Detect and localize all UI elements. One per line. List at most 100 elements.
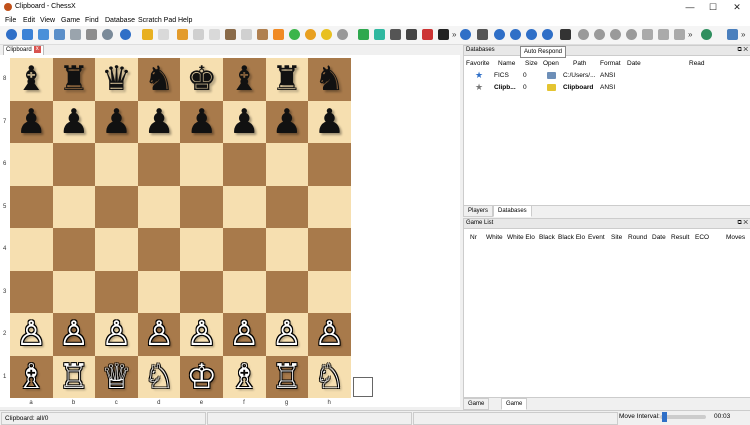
globe-icon[interactable] [701, 29, 712, 40]
col-result[interactable]: Result [671, 234, 689, 241]
square-b5[interactable] [52, 185, 96, 228]
menu-game[interactable]: Game [61, 17, 80, 24]
square-c2[interactable]: ♙ [95, 313, 138, 356]
square-d8[interactable]: ♞ [137, 58, 181, 101]
square-h7[interactable]: ♟ [308, 100, 351, 143]
edit-icon[interactable] [177, 29, 188, 40]
square-b6[interactable] [52, 143, 96, 186]
square-e1[interactable]: ♔ [180, 355, 223, 398]
square-g2[interactable]: ♙ [265, 313, 309, 356]
white-piece[interactable]: ♘ [144, 360, 174, 394]
end-icon[interactable] [626, 29, 637, 40]
black-piece[interactable]: ♟ [229, 105, 259, 139]
black-piece[interactable]: ♟ [314, 105, 344, 139]
square-c4[interactable] [95, 228, 138, 271]
square-f1[interactable]: ♗ [223, 355, 266, 398]
menu-scratch-pad[interactable]: Scratch Pad [138, 17, 176, 24]
square-c1[interactable]: ♕ [95, 355, 138, 398]
white-piece[interactable]: ♖ [59, 360, 89, 394]
favorite-star-icon[interactable]: ★ [475, 70, 483, 81]
move-interval-slider[interactable] [660, 412, 706, 422]
down-icon[interactable] [674, 29, 685, 40]
col-white[interactable]: White [486, 234, 503, 241]
undo-icon[interactable] [142, 29, 153, 40]
refresh-icon[interactable] [526, 29, 537, 40]
close-button[interactable]: ✕ [727, 1, 747, 13]
slider-knob[interactable] [662, 412, 667, 422]
black-piece[interactable]: ♛ [101, 62, 131, 96]
black-piece[interactable]: ♞ [144, 62, 174, 96]
database-row-clipboard[interactable]: ★ Clipb... 0 Clipboard ANSI [464, 82, 750, 93]
square-e4[interactable] [180, 228, 223, 271]
minimize-button[interactable]: — [680, 1, 700, 13]
face-icon[interactable] [460, 29, 471, 40]
lightning-icon[interactable] [374, 29, 385, 40]
black-piece[interactable]: ♟ [272, 105, 302, 139]
square-f3[interactable] [223, 270, 266, 313]
square-c3[interactable] [95, 270, 138, 313]
square-c6[interactable] [95, 143, 138, 186]
open-database-icon[interactable] [22, 29, 33, 40]
close-tab-icon[interactable]: x [33, 46, 41, 53]
prev-icon[interactable] [594, 29, 605, 40]
white-piece[interactable]: ♘ [314, 360, 344, 394]
annotate-icon[interactable] [273, 29, 284, 40]
panel-float-close-icon[interactable]: ⧉ ✕ [737, 219, 748, 228]
yellow-circle-icon[interactable] [321, 29, 332, 40]
black-piece[interactable]: ♚ [186, 62, 216, 96]
knight-icon[interactable] [225, 29, 236, 40]
col-round[interactable]: Round [628, 234, 647, 241]
col-open[interactable]: Open [543, 60, 559, 67]
white-piece[interactable]: ♗ [16, 360, 46, 394]
white-piece[interactable]: ♙ [229, 317, 259, 351]
search-icon[interactable] [727, 29, 738, 40]
square-a1[interactable]: ♗ [10, 355, 53, 398]
square-h1[interactable]: ♘ [308, 355, 351, 398]
tab-game-list[interactable]: Game List [501, 398, 528, 417]
maximize-button[interactable]: ☐ [703, 1, 723, 13]
up-icon[interactable] [658, 29, 669, 40]
phone-icon[interactable] [560, 29, 571, 40]
col-path[interactable]: Path [573, 60, 586, 67]
gray-circle-icon[interactable] [337, 29, 348, 40]
black-piece[interactable]: ♟ [16, 105, 46, 139]
black-piece[interactable]: ♝ [229, 62, 259, 96]
toolbar-overflow-right[interactable]: » [741, 30, 745, 39]
square-a7[interactable]: ♟ [10, 100, 53, 143]
square-a4[interactable] [10, 228, 53, 271]
white-piece[interactable]: ♙ [186, 317, 216, 351]
col-date[interactable]: Date [627, 60, 641, 67]
black-piece[interactable]: ♟ [59, 105, 89, 139]
square-f5[interactable] [223, 185, 266, 228]
black-piece[interactable]: ♟ [144, 105, 174, 139]
menu-view[interactable]: View [40, 17, 55, 24]
square-g5[interactable] [265, 185, 309, 228]
square-h8[interactable]: ♞ [308, 58, 351, 101]
piece-view-icon[interactable] [438, 29, 449, 40]
square-h4[interactable] [308, 228, 351, 271]
grid-view-icon[interactable] [358, 29, 369, 40]
board-a-icon[interactable] [390, 29, 401, 40]
square-c7[interactable]: ♟ [95, 100, 138, 143]
black-piece[interactable]: ♟ [186, 105, 216, 139]
square-e7[interactable]: ♟ [180, 100, 223, 143]
black-piece[interactable]: ♟ [101, 105, 131, 139]
square-f7[interactable]: ♟ [223, 100, 266, 143]
open-folder-icon[interactable] [547, 84, 556, 91]
tab-players[interactable]: Players [463, 205, 494, 217]
square-g4[interactable] [265, 228, 309, 271]
square-d2[interactable]: ♙ [137, 313, 181, 356]
white-piece[interactable]: ♙ [59, 317, 89, 351]
square-g8[interactable]: ♜ [265, 58, 309, 101]
square-a5[interactable] [10, 185, 53, 228]
info-icon[interactable] [102, 29, 113, 40]
toolbar-overflow-mid[interactable]: » [688, 30, 692, 39]
square-f4[interactable] [223, 228, 266, 271]
col-name[interactable]: Name [498, 60, 515, 67]
open-folder-icon[interactable] [547, 72, 556, 79]
green-circle-icon[interactable] [289, 29, 300, 40]
square-h5[interactable] [308, 185, 351, 228]
play-icon[interactable] [494, 29, 505, 40]
square-g7[interactable]: ♟ [265, 100, 309, 143]
square-b1[interactable]: ♖ [52, 355, 96, 398]
